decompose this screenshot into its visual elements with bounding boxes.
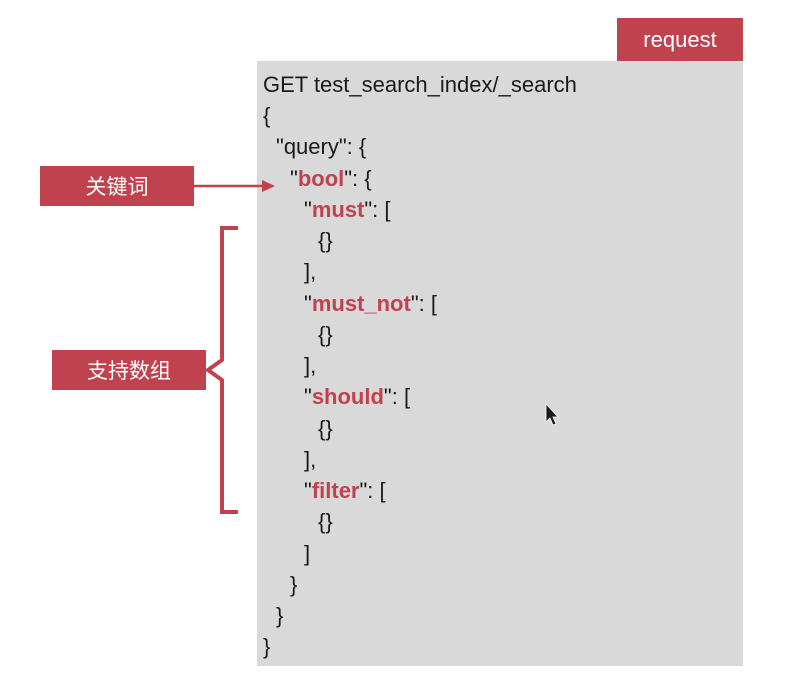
bool-close-brace: } (290, 572, 298, 597)
code-should-line: "should": [ (304, 384, 411, 409)
must-key: must (311, 197, 365, 222)
filter-empty-obj: {} (318, 509, 333, 534)
code-filter-line: "filter": [ (304, 478, 386, 503)
code-open-root-line: { (263, 102, 270, 130)
code-should-obj-line: {} (318, 415, 333, 443)
code-panel: GET test_search_index/_search { "query":… (257, 61, 743, 666)
open-root-brace: { (263, 103, 271, 128)
endpoint-text: GET test_search_index/_search (263, 72, 577, 97)
code-must-not-line: "must_not": [ (304, 291, 437, 316)
must-empty-obj: {} (318, 228, 333, 253)
code-must-not-obj-line: {} (318, 321, 333, 349)
must-close: ], (304, 259, 317, 284)
code-must-not-close-line: ], (304, 352, 316, 380)
request-tag-text: request (643, 26, 717, 52)
query-close-brace: } (276, 603, 284, 628)
query-key: query (283, 134, 339, 159)
root-close-brace: } (263, 634, 271, 659)
code-must-line: "must": [ (304, 197, 391, 222)
must-not-key: must_not (311, 291, 411, 316)
code-endpoint-line: GET test_search_index/_search (263, 71, 577, 99)
code-bool-line: "bool": { (290, 166, 372, 191)
code-filter-obj-line: {} (318, 508, 333, 536)
code-query-line: "query": { (276, 134, 367, 159)
filter-key: filter (311, 478, 360, 503)
code-must-close-line: ], (304, 258, 316, 286)
code-query-close-line: } (276, 602, 283, 630)
request-tag: request (617, 18, 743, 61)
keyword-label: 关键词 (40, 166, 194, 206)
must-not-close: ], (304, 353, 317, 378)
code-root-close-line: } (263, 633, 270, 661)
code-should-close-line: ], (304, 446, 316, 474)
keyword-label-text: 关键词 (85, 175, 149, 199)
array-bracket (204, 226, 238, 514)
must-not-empty-obj: {} (318, 322, 333, 347)
should-empty-obj: {} (318, 416, 333, 441)
should-key: should (311, 384, 384, 409)
code-bool-close-line: } (290, 571, 297, 599)
code-filter-close-line: ] (304, 540, 310, 568)
array-support-label: 支持数组 (52, 350, 206, 390)
should-close: ], (304, 447, 317, 472)
bool-key: bool (297, 166, 345, 191)
array-support-label-text: 支持数组 (87, 359, 171, 383)
code-must-obj-line: {} (318, 227, 333, 255)
filter-close: ] (304, 541, 311, 566)
